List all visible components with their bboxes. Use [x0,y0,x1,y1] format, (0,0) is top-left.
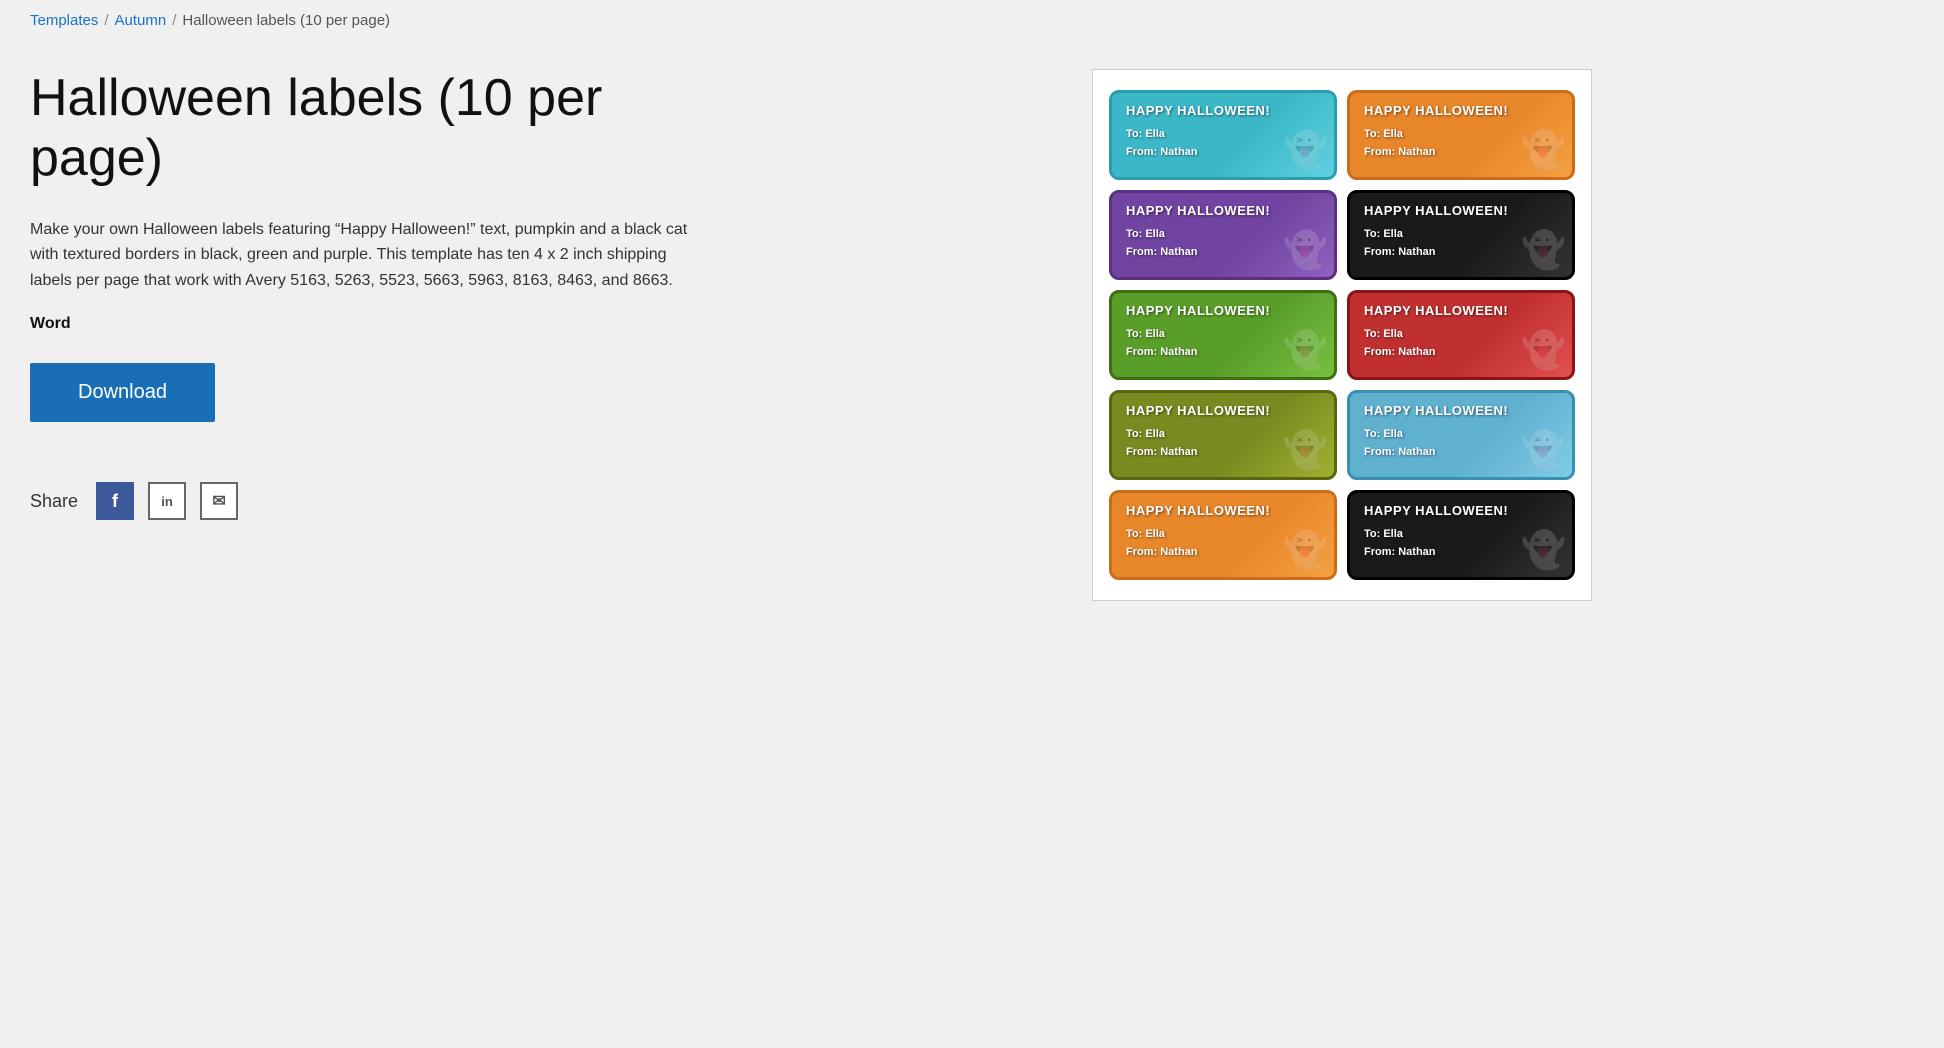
label-title-9: HAPPY HALLOWEEN! [1364,503,1558,518]
label-title-0: HAPPY HALLOWEEN! [1126,103,1320,118]
facebook-share-button[interactable]: f [96,482,134,520]
label-title-2: HAPPY HALLOWEEN! [1126,203,1320,218]
share-label: Share [30,491,78,512]
label-title-4: HAPPY HALLOWEEN! [1126,303,1320,318]
labels-grid: HAPPY HALLOWEEN!To: Ella From: Nathan👻HA… [1109,90,1575,580]
label-decoration-7: 👻 [1521,429,1566,471]
breadcrumb-sep2: / [172,12,176,29]
label-card-1: HAPPY HALLOWEEN!To: Ella From: Nathan👻 [1347,90,1575,180]
page-description: Make your own Halloween labels featuring… [30,217,710,294]
linkedin-share-button[interactable]: in [148,482,186,520]
label-card-2: HAPPY HALLOWEEN!To: Ella From: Nathan👻 [1109,190,1337,280]
label-card-9: HAPPY HALLOWEEN!To: Ella From: Nathan👻 [1347,490,1575,580]
label-title-5: HAPPY HALLOWEEN! [1364,303,1558,318]
label-decoration-0: 👻 [1283,129,1328,171]
label-title-8: HAPPY HALLOWEEN! [1126,503,1320,518]
left-panel: Halloween labels (10 per page) Make your… [30,69,710,520]
label-card-3: HAPPY HALLOWEEN!To: Ella From: Nathan👻 [1347,190,1575,280]
page-title: Halloween labels (10 per page) [30,69,710,189]
breadcrumb-current: Halloween labels (10 per page) [182,12,390,29]
preview-container: HAPPY HALLOWEEN!To: Ella From: Nathan👻HA… [1092,69,1592,601]
label-title-3: HAPPY HALLOWEEN! [1364,203,1558,218]
right-panel: HAPPY HALLOWEEN!To: Ella From: Nathan👻HA… [770,69,1914,601]
label-decoration-5: 👻 [1521,329,1566,371]
label-card-5: HAPPY HALLOWEEN!To: Ella From: Nathan👻 [1347,290,1575,380]
breadcrumb-autumn-link[interactable]: Autumn [115,12,167,29]
label-decoration-1: 👻 [1521,129,1566,171]
file-type-label: Word [30,315,710,333]
label-title-6: HAPPY HALLOWEEN! [1126,403,1320,418]
breadcrumb-templates-link[interactable]: Templates [30,12,98,29]
label-decoration-4: 👻 [1283,329,1328,371]
share-row: Share f in ✉ [30,482,710,520]
label-title-1: HAPPY HALLOWEEN! [1364,103,1558,118]
main-layout: Halloween labels (10 per page) Make your… [30,69,1914,601]
breadcrumb: Templates / Autumn / Halloween labels (1… [30,12,1914,29]
email-share-button[interactable]: ✉ [200,482,238,520]
label-card-8: HAPPY HALLOWEEN!To: Ella From: Nathan👻 [1109,490,1337,580]
download-button[interactable]: Download [30,363,215,422]
label-card-7: HAPPY HALLOWEEN!To: Ella From: Nathan👻 [1347,390,1575,480]
label-decoration-9: 👻 [1521,529,1566,571]
label-card-4: HAPPY HALLOWEEN!To: Ella From: Nathan👻 [1109,290,1337,380]
label-decoration-2: 👻 [1283,229,1328,271]
label-decoration-8: 👻 [1283,529,1328,571]
breadcrumb-sep1: / [104,12,108,29]
label-decoration-6: 👻 [1283,429,1328,471]
label-card-6: HAPPY HALLOWEEN!To: Ella From: Nathan👻 [1109,390,1337,480]
label-title-7: HAPPY HALLOWEEN! [1364,403,1558,418]
label-card-0: HAPPY HALLOWEEN!To: Ella From: Nathan👻 [1109,90,1337,180]
label-decoration-3: 👻 [1521,229,1566,271]
